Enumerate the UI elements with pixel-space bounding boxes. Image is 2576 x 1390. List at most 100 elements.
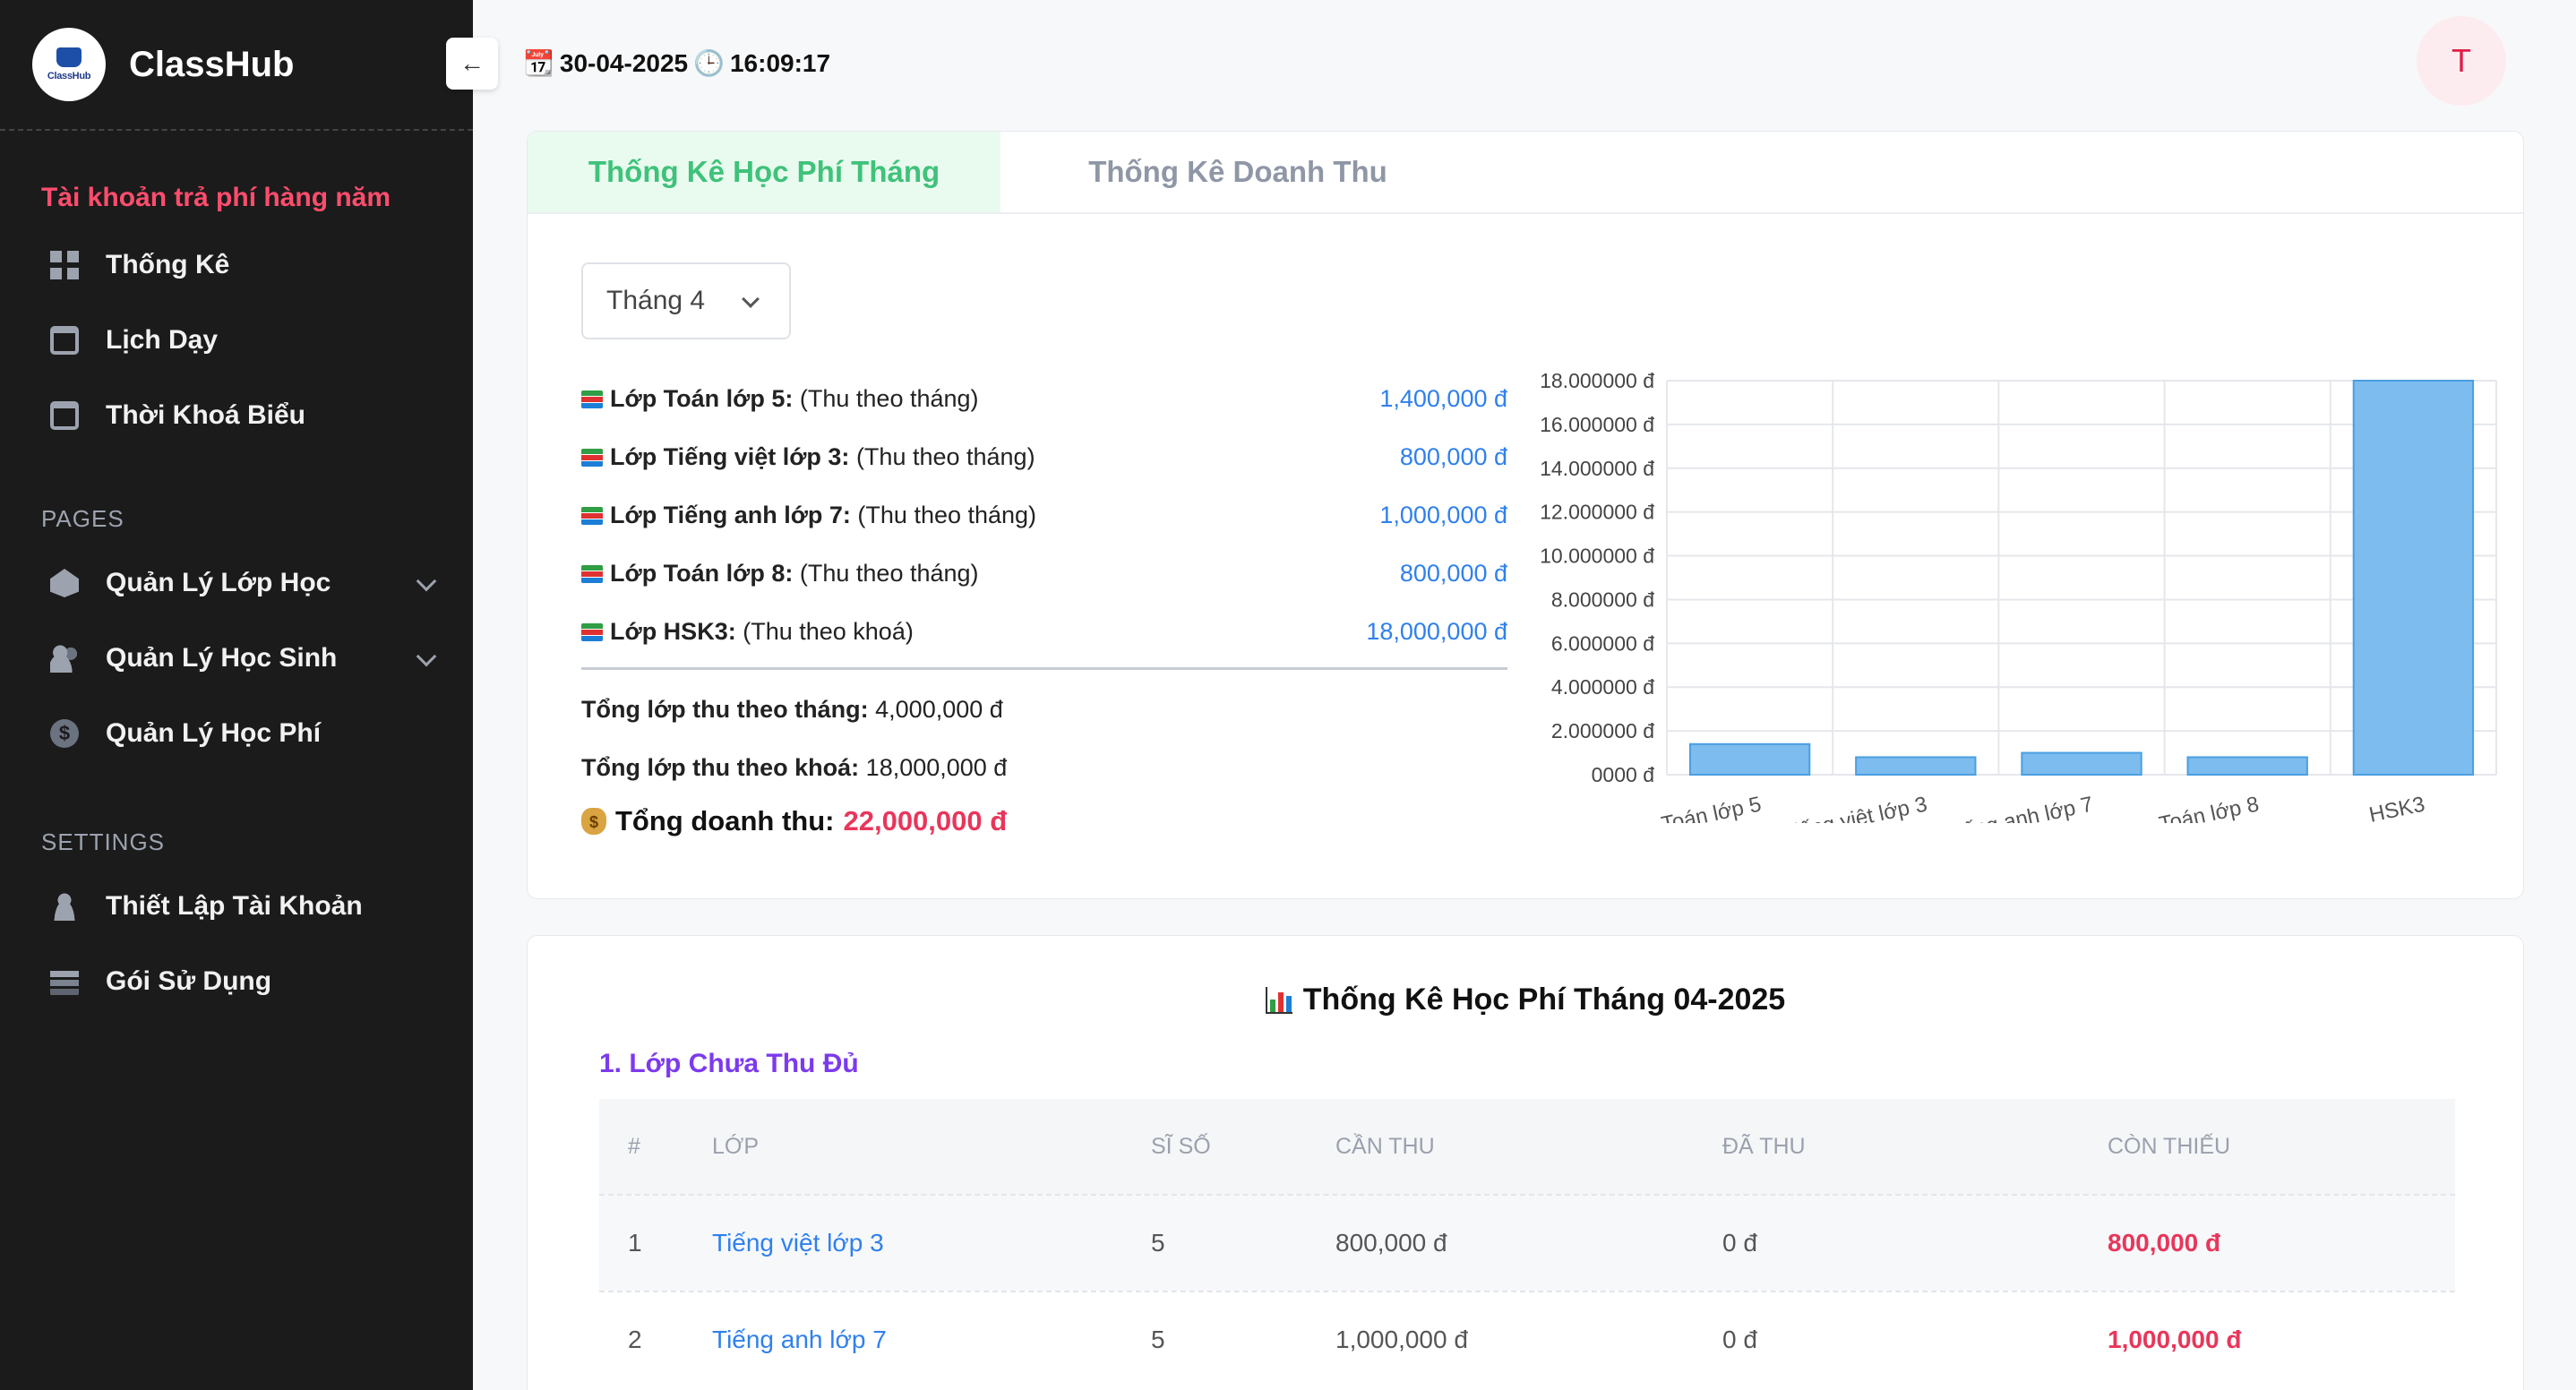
report-title: Thống Kê Học Phí Tháng 04-2025	[528, 982, 2523, 1017]
chevron-down-icon[interactable]	[416, 571, 437, 592]
grand-total-label: Tổng doanh thu:	[615, 805, 835, 837]
class-amount: 1,000,000 đ	[1379, 502, 1507, 528]
cell-due: 800,000 đ	[1335, 1229, 1447, 1257]
list-item: Lớp Tiếng việt lớp 3: (Thu theo tháng) 8…	[581, 428, 1507, 486]
money-bag-icon: $	[581, 808, 606, 835]
y-tick-label: 8.000000 đ	[1551, 588, 1654, 611]
calendar-icon: 📆	[523, 49, 554, 77]
plan-label: Tài khoản trả phí hàng năm	[41, 183, 391, 212]
graduation-cap-icon	[50, 569, 79, 597]
users-icon	[50, 644, 79, 673]
table-row: 2 Tiếng anh lớp 7 5 1,000,000 đ 0 đ 1,00…	[599, 1291, 2455, 1387]
tab-revenue-stats[interactable]: Thống Kê Doanh Thu	[1000, 132, 1475, 212]
sidebar-item-label: Quản Lý Học Phí	[106, 718, 322, 748]
class-amount: 18,000,000 đ	[1366, 618, 1507, 645]
books-icon	[581, 565, 603, 583]
sidebar-item-goi-su-dung[interactable]: Gói Sử Dụng	[0, 944, 473, 1019]
class-amount: 800,000 đ	[1399, 560, 1507, 587]
class-name: Lớp Tiếng việt lớp 3:	[610, 443, 850, 470]
total-monthly-value: 4,000,000 đ	[875, 696, 1003, 723]
x-tick-label: Toán lớp 8	[2157, 792, 2261, 823]
cell-index: 1	[628, 1229, 642, 1257]
sidebar-item-thiet-lap-tai-khoan[interactable]: Thiết Lập Tài Khoản	[0, 869, 473, 944]
sidebar-item-thoi-khoa-bieu[interactable]: Thời Khoá Biểu	[0, 378, 473, 453]
class-amount: 1,400,000 đ	[1379, 385, 1507, 412]
total-course-value: 18,000,000 đ	[865, 754, 1008, 781]
x-tick-label: Tiếng việt lớp 3	[1781, 792, 1929, 823]
y-tick-label: 18.000000 đ	[1540, 369, 1654, 392]
section-title-unpaid: 1. Lớp Chưa Thu Đủ	[599, 1049, 859, 1078]
sidebar-item-quan-ly-lop-hoc[interactable]: Quản Lý Lớp Học	[0, 545, 473, 621]
bar	[1855, 756, 1977, 777]
class-name: Lớp HSK3:	[610, 618, 736, 645]
user-icon	[50, 892, 79, 921]
unpaid-classes-table: # LỚP SĨ SỐ CẦN THU ĐÃ THU CÒN THIẾU 1 T…	[599, 1099, 2455, 1387]
sidebar-item-thong-ke[interactable]: Thống Kê	[0, 227, 473, 303]
avatar[interactable]: T	[2417, 16, 2506, 106]
total-course: Tổng lớp thu theo khoá: 18,000,000 đ	[581, 754, 1007, 782]
chevron-down-icon[interactable]	[416, 646, 437, 667]
sidebar-item-label: Thiết Lập Tài Khoản	[106, 891, 363, 921]
y-tick-label: 10.000000 đ	[1540, 545, 1654, 568]
col-remaining: CÒN THIẾU	[2108, 1133, 2231, 1159]
books-icon	[581, 507, 603, 525]
clock-icon: 🕒	[693, 49, 725, 77]
grand-total-value: 22,000,000 đ	[843, 805, 1008, 837]
tab-monthly-fee-stats[interactable]: Thống Kê Học Phí Tháng	[528, 132, 1000, 212]
table-header: # LỚP SĨ SỐ CẦN THU ĐÃ THU CÒN THIẾU	[599, 1099, 2455, 1194]
sidebar-item-label: Lịch Dạy	[106, 325, 219, 355]
fee-mode: (Thu theo tháng)	[799, 560, 979, 587]
fee-stats-card: Thống Kê Học Phí Tháng Thống Kê Doanh Th…	[527, 131, 2524, 899]
cell-remaining: 1,000,000 đ	[2108, 1326, 2242, 1353]
fee-mode: (Thu theo khoá)	[743, 618, 914, 645]
bar	[1688, 742, 1811, 776]
brand[interactable]: ClassHub ClassHub	[0, 0, 473, 131]
cell-size: 5	[1151, 1326, 1165, 1353]
y-tick-label: 4.000000 đ	[1551, 675, 1654, 699]
x-tick-label: Toán lớp 5	[1660, 792, 1764, 823]
x-tick-label: Tiếng anh lớp 7	[1944, 792, 2095, 823]
dollar-coin-icon: $	[50, 719, 79, 748]
classhub-logo-icon: ClassHub	[32, 28, 106, 101]
layers-icon	[50, 967, 79, 996]
sidebar-item-label: Thống Kê	[106, 250, 230, 279]
sidebar-item-quan-ly-hoc-sinh[interactable]: Quản Lý Học Sinh	[0, 621, 473, 696]
calendar-clock-icon	[50, 401, 79, 430]
y-tick-label: 14.000000 đ	[1540, 457, 1654, 480]
class-link[interactable]: Tiếng anh lớp 7	[712, 1326, 1151, 1354]
total-monthly-label: Tổng lớp thu theo tháng:	[581, 696, 869, 723]
datetime-display: 📆 30-04-2025 🕒 16:09:17	[523, 48, 830, 78]
fee-report-card: Thống Kê Học Phí Tháng 04-2025 1. Lớp Ch…	[527, 935, 2524, 1390]
col-size: SĨ SỐ	[1151, 1133, 1211, 1159]
fee-mode: (Thu theo tháng)	[857, 502, 1037, 528]
class-fee-list: Lớp Toán lớp 5: (Thu theo tháng) 1,400,0…	[581, 370, 1507, 661]
cell-paid: 0 đ	[1722, 1229, 1757, 1257]
class-amount: 800,000 đ	[1399, 443, 1507, 470]
section-label-settings: SETTINGS	[41, 828, 166, 855]
month-select-value: Tháng 4	[606, 286, 706, 315]
books-icon	[581, 390, 603, 408]
y-tick-label: 16.000000 đ	[1540, 413, 1654, 436]
month-select[interactable]: Tháng 4	[581, 262, 791, 339]
list-item: Lớp Tiếng anh lớp 7: (Thu theo tháng) 1,…	[581, 486, 1507, 545]
current-time: 16:09:17	[729, 48, 831, 77]
cell-remaining: 800,000 đ	[2108, 1229, 2221, 1257]
sidebar-item-quan-ly-hoc-phi[interactable]: $ Quản Lý Học Phí	[0, 696, 473, 771]
y-tick-label: 0000 đ	[1592, 763, 1655, 786]
bar	[2186, 756, 2308, 777]
fee-mode: (Thu theo tháng)	[799, 385, 979, 412]
total-course-label: Tổng lớp thu theo khoá:	[581, 754, 860, 781]
list-item: Lớp HSK3: (Thu theo khoá) 18,000,000 đ	[581, 603, 1507, 661]
grid-icon	[50, 251, 79, 279]
table-row: 1 Tiếng việt lớp 3 5 800,000 đ 0 đ 800,0…	[599, 1194, 2455, 1291]
report-title-text: Thống Kê Học Phí Tháng 04-2025	[1302, 982, 1786, 1017]
fee-mode: (Thu theo tháng)	[855, 443, 1035, 470]
books-icon	[581, 449, 603, 467]
cell-paid: 0 đ	[1722, 1326, 1757, 1353]
stats-tabs: Thống Kê Học Phí Tháng Thống Kê Doanh Th…	[528, 132, 2523, 214]
sidebar-collapse-button[interactable]: ←	[446, 38, 498, 90]
sidebar: ClassHub ClassHub Tài khoản trả phí hàng…	[0, 0, 473, 1390]
sidebar-item-lich-day[interactable]: Lịch Dạy	[0, 303, 473, 378]
col-paid: ĐÃ THU	[1722, 1133, 1806, 1159]
class-link[interactable]: Tiếng việt lớp 3	[712, 1229, 1151, 1257]
